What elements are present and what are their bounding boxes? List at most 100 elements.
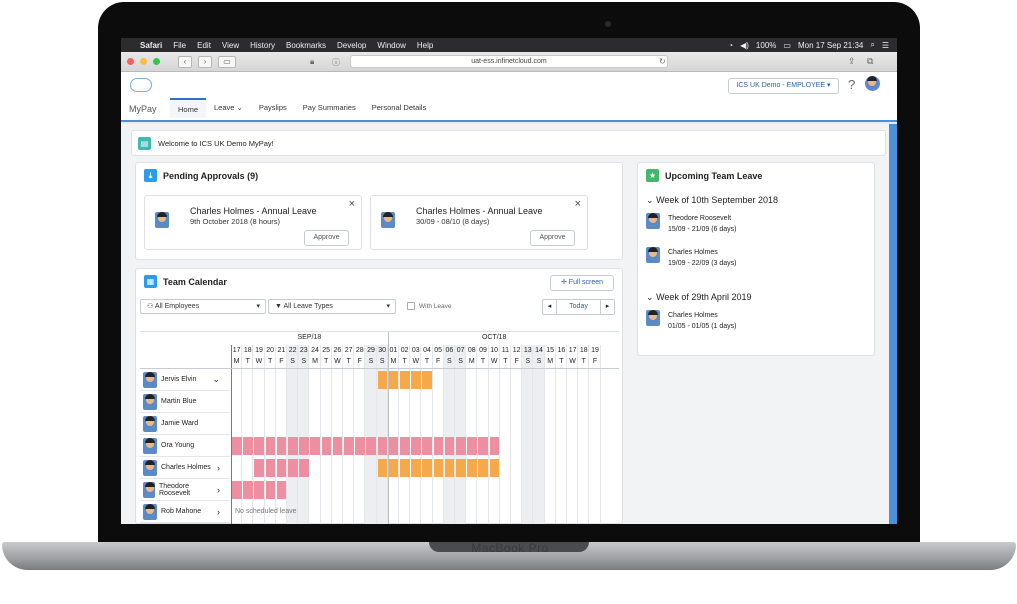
leave-block[interactable] bbox=[276, 481, 287, 499]
chevron-right-icon[interactable]: › bbox=[217, 463, 220, 473]
menu-app-name[interactable]: Safari bbox=[140, 41, 162, 50]
tab-payslips[interactable]: Payslips bbox=[251, 98, 295, 118]
menu-file[interactable]: File bbox=[173, 41, 186, 50]
leave-block[interactable] bbox=[276, 437, 287, 455]
employee-row[interactable]: Jamie Ward bbox=[140, 413, 230, 435]
leave-block[interactable] bbox=[377, 371, 388, 389]
leave-block[interactable] bbox=[265, 481, 276, 499]
leave-block[interactable] bbox=[332, 437, 343, 455]
leave-block[interactable] bbox=[299, 459, 309, 477]
with-leave-toggle[interactable]: With Leave bbox=[407, 302, 452, 310]
chevron-down-icon[interactable]: ⌄ bbox=[212, 374, 220, 385]
employees-filter[interactable]: ⚇ All Employees ▾ bbox=[140, 299, 266, 314]
leave-block[interactable] bbox=[288, 459, 298, 477]
employee-row[interactable]: Rob Mahone › bbox=[140, 501, 230, 523]
close-window-button[interactable] bbox=[127, 58, 134, 65]
leave-block[interactable] bbox=[288, 437, 298, 455]
menu-help[interactable]: Help bbox=[417, 41, 433, 50]
address-bar[interactable]: uat-ess.infinetcloud.com bbox=[350, 55, 668, 68]
role-selector[interactable]: ICS UK Demo - EMPLOYEE ▾ bbox=[728, 78, 839, 94]
menu-bookmarks[interactable]: Bookmarks bbox=[286, 41, 326, 50]
leave-block[interactable] bbox=[433, 437, 444, 455]
search-icon[interactable]: ⌕ bbox=[870, 40, 874, 50]
leave-block[interactable] bbox=[344, 437, 354, 455]
tab-leave[interactable]: Leave ⌄ bbox=[206, 98, 251, 118]
today-button[interactable]: Today bbox=[557, 300, 600, 314]
leave-block[interactable] bbox=[310, 437, 321, 455]
leave-block[interactable] bbox=[467, 459, 477, 477]
tab-home[interactable]: Home bbox=[170, 98, 207, 118]
leave-block[interactable] bbox=[388, 371, 399, 389]
leave-block[interactable] bbox=[489, 437, 500, 455]
leave-block[interactable] bbox=[422, 459, 433, 477]
leave-types-filter[interactable]: ▼ All Leave Types ▾ bbox=[268, 299, 396, 314]
leave-block[interactable] bbox=[411, 459, 421, 477]
forward-button[interactable]: › bbox=[198, 55, 212, 68]
share-icon[interactable]: ⇪ bbox=[848, 56, 856, 67]
with-leave-checkbox[interactable] bbox=[407, 302, 415, 310]
employee-row[interactable]: Jervis Elvin ⌄ bbox=[140, 369, 230, 391]
leave-block[interactable] bbox=[456, 459, 466, 477]
battery-label[interactable]: 100% bbox=[756, 41, 776, 50]
next-icon[interactable]: ▸ bbox=[600, 300, 614, 314]
volume-icon[interactable]: ◀) bbox=[740, 41, 749, 50]
leave-block[interactable] bbox=[299, 437, 309, 455]
leave-block[interactable] bbox=[444, 459, 455, 477]
approve-button[interactable]: Approve bbox=[304, 230, 349, 246]
leave-block[interactable] bbox=[478, 437, 489, 455]
leave-block[interactable] bbox=[444, 437, 455, 455]
employee-row[interactable]: Charles Holmes › bbox=[140, 457, 230, 479]
employee-row[interactable]: Martin Blue bbox=[140, 391, 230, 413]
employee-row[interactable]: Ora Young bbox=[140, 435, 230, 457]
leave-block[interactable] bbox=[400, 437, 410, 455]
leave-block[interactable] bbox=[232, 481, 242, 499]
leave-block[interactable] bbox=[254, 459, 265, 477]
wifi-icon[interactable]: ◔ bbox=[728, 41, 733, 50]
leave-block[interactable] bbox=[388, 459, 399, 477]
prev-icon[interactable]: ◂ bbox=[543, 300, 557, 314]
tabs-icon[interactable]: ⧉ bbox=[867, 56, 873, 67]
week-heading[interactable]: ⌄ Week of 10th September 2018 bbox=[646, 195, 778, 206]
info-icon[interactable]: ⓘ bbox=[332, 57, 340, 68]
list-icon[interactable]: ☰ bbox=[882, 41, 889, 50]
leave-block[interactable] bbox=[433, 459, 444, 477]
chevron-right-icon[interactable]: › bbox=[217, 507, 220, 517]
week-heading[interactable]: ⌄ Week of 29th April 2019 bbox=[646, 292, 751, 303]
menu-view[interactable]: View bbox=[222, 41, 239, 50]
leave-block[interactable] bbox=[422, 371, 433, 389]
clock[interactable]: Mon 17 Sep 21:34 bbox=[798, 41, 863, 50]
menu-history[interactable]: History bbox=[250, 41, 275, 50]
leave-block[interactable] bbox=[254, 481, 265, 499]
leave-block[interactable] bbox=[265, 459, 276, 477]
close-icon[interactable]: × bbox=[575, 198, 581, 210]
leave-block[interactable] bbox=[489, 459, 500, 477]
leave-block[interactable] bbox=[377, 459, 388, 477]
menu-window[interactable]: Window bbox=[377, 41, 405, 50]
tab-personal-details[interactable]: Personal Details bbox=[364, 98, 435, 118]
employee-row[interactable]: Theodore Roosevelt › bbox=[140, 479, 230, 501]
menu-develop[interactable]: Develop bbox=[337, 41, 366, 50]
leave-block[interactable] bbox=[388, 437, 399, 455]
leave-block[interactable] bbox=[265, 437, 276, 455]
leave-block[interactable] bbox=[355, 437, 365, 455]
tab-pay-summaries[interactable]: Pay Summaries bbox=[295, 98, 364, 118]
leave-block[interactable] bbox=[377, 437, 388, 455]
leave-block[interactable] bbox=[478, 459, 489, 477]
zoom-window-button[interactable] bbox=[153, 58, 160, 65]
scrollbar[interactable] bbox=[889, 124, 897, 524]
minimize-window-button[interactable] bbox=[140, 58, 147, 65]
leave-block[interactable] bbox=[321, 437, 332, 455]
fullscreen-button[interactable]: ✛ Full screen bbox=[550, 275, 614, 291]
close-icon[interactable]: × bbox=[349, 198, 355, 210]
reload-icon[interactable]: ↻ bbox=[659, 57, 666, 66]
user-avatar[interactable] bbox=[865, 76, 880, 91]
leave-block[interactable] bbox=[400, 459, 410, 477]
back-button[interactable]: ‹ bbox=[178, 55, 192, 68]
leave-block[interactable] bbox=[366, 437, 377, 455]
approve-button[interactable]: Approve bbox=[530, 230, 575, 246]
leave-block[interactable] bbox=[243, 481, 253, 499]
leave-block[interactable] bbox=[254, 437, 265, 455]
sidebar-toggle-icon[interactable]: ▭ bbox=[218, 55, 236, 68]
leave-block[interactable] bbox=[276, 459, 287, 477]
leave-block[interactable] bbox=[467, 437, 477, 455]
